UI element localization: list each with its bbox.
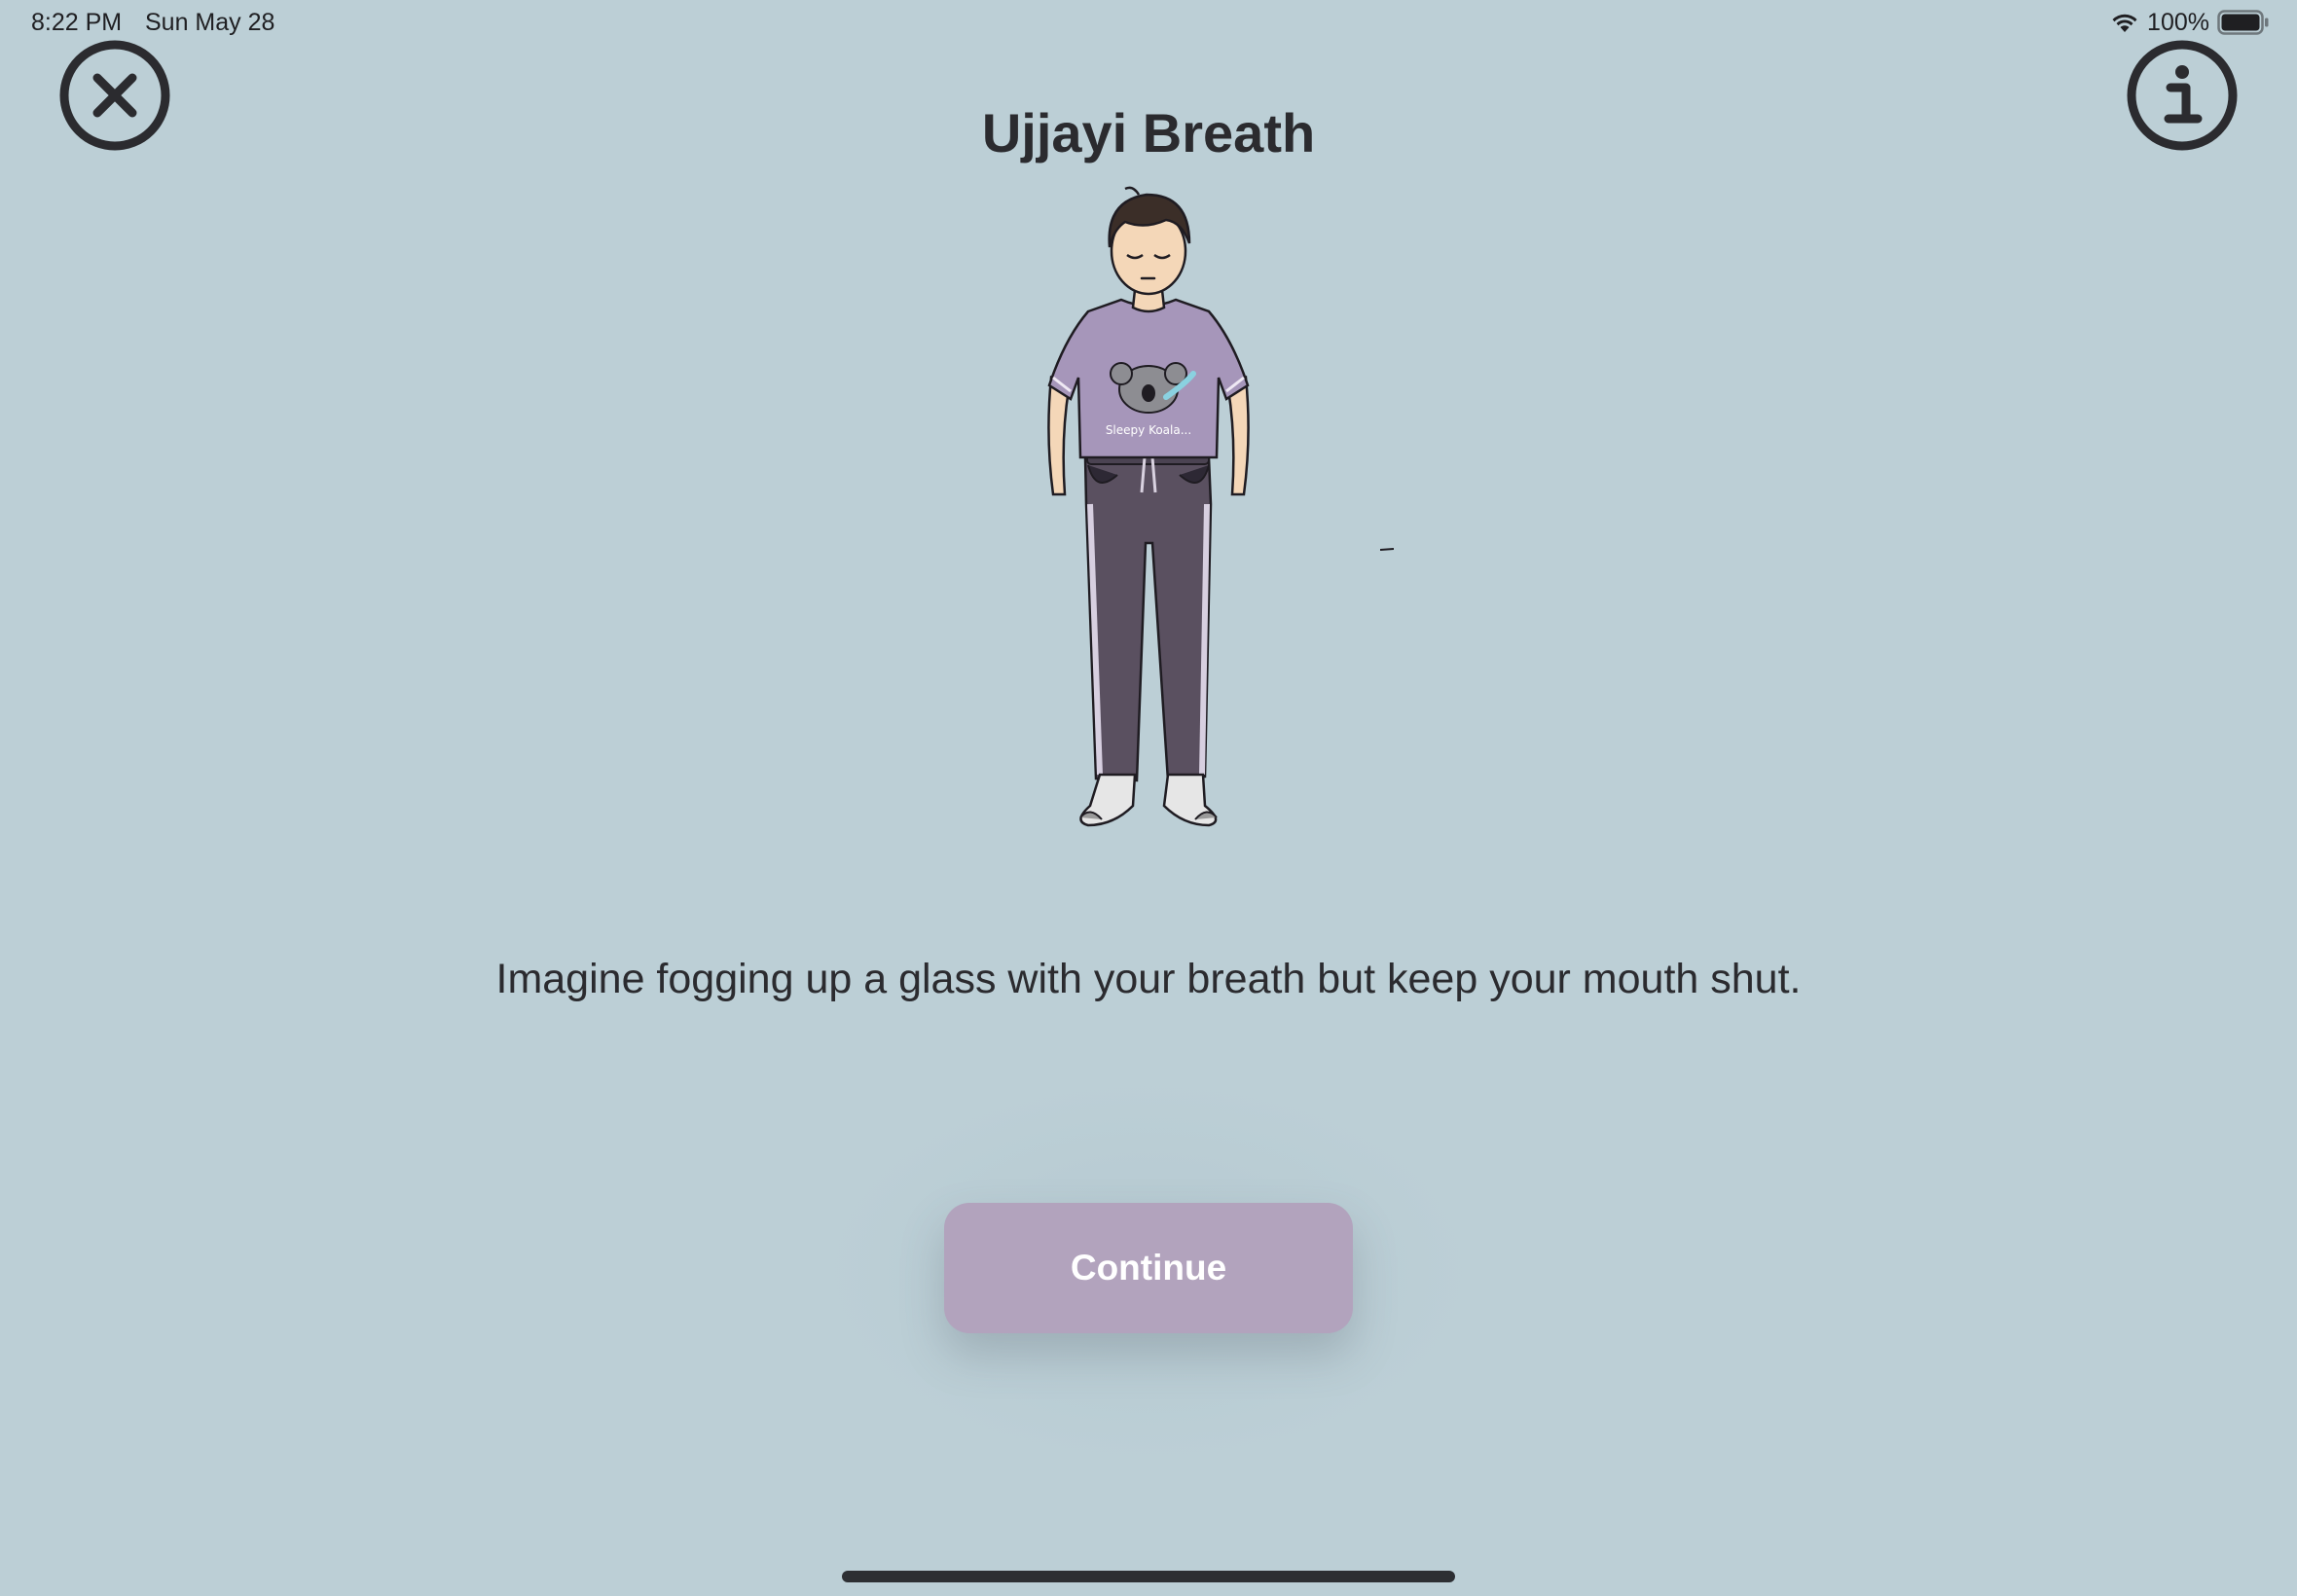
person-illustration: Sleepy Koala... — [1032, 183, 1265, 835]
status-right: 100% — [2110, 8, 2270, 37]
person-figure: Sleepy Koala... — [1047, 186, 1250, 827]
wifi-icon — [2112, 14, 2137, 32]
page-title: Ujjayi Breath — [981, 102, 1316, 163]
status-bar: 8:22 PM Sun May 28 100% — [0, 0, 2297, 47]
status-date: Sun May 28 — [145, 9, 275, 36]
shirt-text: Sleepy Koala... — [1106, 423, 1191, 437]
stray-mark — [1380, 548, 1394, 551]
continue-button-label: Continue — [1070, 1248, 1227, 1288]
continue-button[interactable]: Continue — [944, 1203, 1353, 1333]
instruction-text: Imagine fogging up a glass with your bre… — [495, 956, 1802, 1002]
battery-icon — [2217, 10, 2269, 35]
battery-percentage: 100% — [2147, 8, 2209, 36]
home-indicator[interactable] — [842, 1571, 1455, 1582]
status-time: 8:22 PM — [31, 9, 123, 36]
